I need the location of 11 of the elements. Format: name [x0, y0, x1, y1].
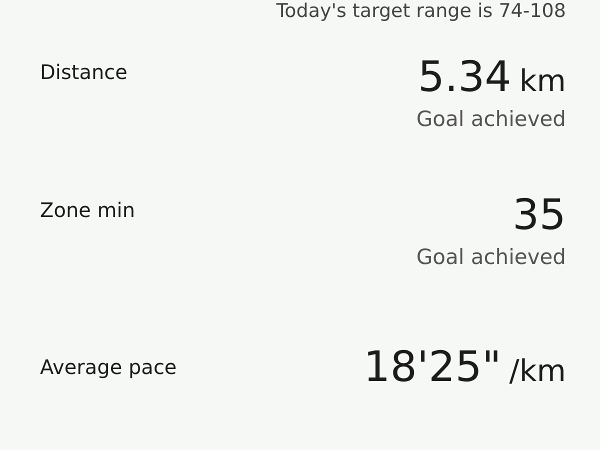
metric-value: 18'25" — [364, 341, 502, 393]
goal-status-text: Goal achieved — [416, 245, 566, 269]
metric-unit: /km — [509, 354, 566, 389]
target-range-text: Today's target range is 74-108 — [276, 0, 566, 22]
metric-value: 5.34 — [418, 51, 512, 103]
metric-value: 35 — [512, 189, 566, 241]
goal-status-text: Goal achieved — [416, 107, 566, 131]
metric-label: Distance — [40, 60, 128, 84]
metric-unit: km — [519, 64, 566, 99]
metric-label: Zone min — [40, 198, 135, 222]
metric-label: Average pace — [40, 355, 177, 379]
